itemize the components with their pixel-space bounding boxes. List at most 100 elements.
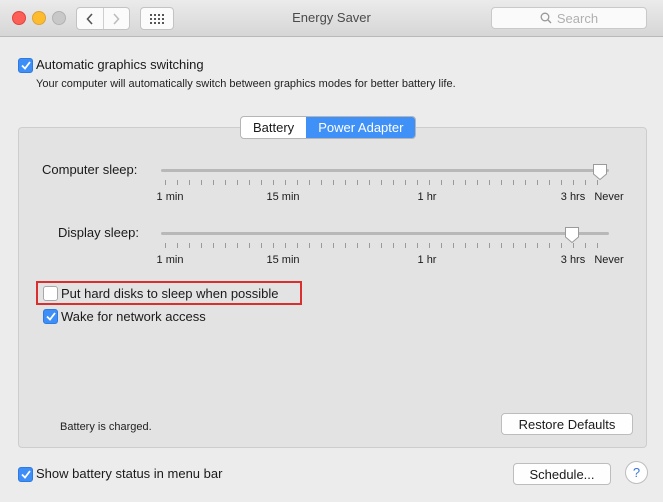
- computer-sleep-tick-mark: [345, 180, 346, 185]
- search-placeholder: Search: [556, 10, 599, 26]
- title-bar: Energy Saver Search: [0, 0, 663, 37]
- computer-sleep-tick-mark: [561, 180, 562, 185]
- computer-sleep-tick-mark: [573, 180, 574, 185]
- display-sleep-tick-mark: [273, 243, 274, 248]
- tab-power-adapter[interactable]: Power Adapter: [306, 117, 416, 138]
- display-sleep-tick-mark: [201, 243, 202, 248]
- display-sleep-tick-mark: [513, 243, 514, 248]
- display-sleep-tick-mark: [345, 243, 346, 248]
- computer-sleep-track[interactable]: [161, 169, 609, 172]
- computer-sleep-tick-mark: [549, 180, 550, 185]
- display-sleep-tick-mark: [477, 243, 478, 248]
- computer-sleep-thumb[interactable]: [592, 163, 608, 181]
- display-sleep-tick-mark: [237, 243, 238, 248]
- computer-sleep-tick-mark: [213, 180, 214, 185]
- display-sleep-tick-mark: [393, 243, 394, 248]
- graphics-switching-label[interactable]: Automatic graphics switching: [36, 57, 204, 72]
- display-sleep-tick-mark: [261, 243, 262, 248]
- display-sleep-tick-mark: [405, 243, 406, 248]
- display-sleep-tick-never: Never: [594, 254, 624, 266]
- display-sleep-thumb[interactable]: [564, 226, 580, 244]
- computer-sleep-tick-mark: [273, 180, 274, 185]
- display-sleep-tick-mark: [549, 243, 550, 248]
- display-sleep-tick-mark: [381, 243, 382, 248]
- schedule-button[interactable]: Schedule...: [513, 463, 611, 485]
- display-sleep-track[interactable]: [161, 232, 609, 235]
- computer-sleep-tick-mark: [585, 180, 586, 185]
- computer-sleep-tick-mark: [249, 180, 250, 185]
- computer-sleep-tick-mark: [357, 180, 358, 185]
- display-sleep-tick-mark: [489, 243, 490, 248]
- display-sleep-tick-mark: [465, 243, 466, 248]
- computer-sleep-tick-mark: [369, 180, 370, 185]
- display-sleep-tick-mark: [441, 243, 442, 248]
- wake-network-checkbox[interactable]: [43, 309, 58, 324]
- computer-sleep-tick-mark: [177, 180, 178, 185]
- computer-sleep-tick-mark: [237, 180, 238, 185]
- wake-network-label[interactable]: Wake for network access: [61, 309, 206, 324]
- computer-sleep-tick-mark: [489, 180, 490, 185]
- computer-sleep-tick-mark: [513, 180, 514, 185]
- computer-sleep-tick-mark: [309, 180, 310, 185]
- display-sleep-tick-mark: [537, 243, 538, 248]
- computer-sleep-tick-mark: [333, 180, 334, 185]
- display-sleep-tick-15min: 15 min: [266, 254, 300, 266]
- tab-battery[interactable]: Battery: [241, 117, 306, 138]
- display-sleep-tick-mark: [321, 243, 322, 248]
- display-sleep-tick-mark: [225, 243, 226, 248]
- display-sleep-tick-1min: 1 min: [156, 254, 184, 266]
- computer-sleep-tick-mark: [405, 180, 406, 185]
- display-sleep-label: Display sleep:: [58, 225, 139, 240]
- display-sleep-tick-mark: [453, 243, 454, 248]
- computer-sleep-tick-mark: [381, 180, 382, 185]
- help-icon: ?: [632, 465, 641, 480]
- computer-sleep-tick-never: Never: [594, 191, 624, 203]
- display-sleep-tick-mark: [525, 243, 526, 248]
- display-sleep-tick-mark: [333, 243, 334, 248]
- computer-sleep-tick-mark: [429, 180, 430, 185]
- display-sleep-tick-mark: [501, 243, 502, 248]
- computer-sleep-tick-mark: [537, 180, 538, 185]
- checkmark-icon: [45, 312, 56, 321]
- display-sleep-tick-mark: [165, 243, 166, 248]
- computer-sleep-tick-mark: [189, 180, 190, 185]
- graphics-switching-checkbox[interactable]: [18, 58, 33, 73]
- display-sleep-tick-mark: [309, 243, 310, 248]
- checkmark-icon: [20, 61, 31, 70]
- help-button[interactable]: ?: [625, 461, 648, 484]
- computer-sleep-tick-mark: [417, 180, 418, 185]
- computer-sleep-tick-mark: [201, 180, 202, 185]
- graphics-switching-description: Your computer will automatically switch …: [36, 78, 456, 90]
- computer-sleep-tick-mark: [453, 180, 454, 185]
- computer-sleep-tick-15min: 15 min: [266, 191, 300, 203]
- display-sleep-tick-mark: [297, 243, 298, 248]
- computer-sleep-tick-mark: [465, 180, 466, 185]
- hard-disks-sleep-checkbox[interactable]: [43, 286, 58, 301]
- computer-sleep-tick-mark: [225, 180, 226, 185]
- computer-sleep-tick-mark: [501, 180, 502, 185]
- show-battery-status-checkbox[interactable]: [18, 467, 33, 482]
- display-sleep-tick-mark: [369, 243, 370, 248]
- computer-sleep-tick-mark: [285, 180, 286, 185]
- computer-sleep-tick-3hrs: 3 hrs: [560, 191, 586, 203]
- computer-sleep-tick-mark: [393, 180, 394, 185]
- computer-sleep-tick-mark: [321, 180, 322, 185]
- display-sleep-tick-mark: [249, 243, 250, 248]
- power-source-tabs: Battery Power Adapter: [240, 116, 417, 139]
- display-sleep-tick-mark: [561, 243, 562, 248]
- display-sleep-tick-mark: [597, 243, 598, 248]
- display-sleep-tick-mark: [285, 243, 286, 248]
- computer-sleep-tick-1min: 1 min: [156, 191, 184, 203]
- restore-defaults-button[interactable]: Restore Defaults: [501, 413, 633, 435]
- computer-sleep-tick-1hr: 1 hr: [417, 191, 437, 203]
- computer-sleep-tick-mark: [261, 180, 262, 185]
- computer-sleep-tick-mark: [297, 180, 298, 185]
- hard-disks-sleep-label[interactable]: Put hard disks to sleep when possible: [61, 286, 279, 301]
- display-sleep-tick-mark: [177, 243, 178, 248]
- search-icon: [540, 12, 552, 24]
- display-sleep-tick-1hr: 1 hr: [417, 254, 437, 266]
- checkmark-icon: [20, 470, 31, 479]
- search-field[interactable]: Search: [491, 7, 647, 29]
- show-battery-status-label[interactable]: Show battery status in menu bar: [36, 466, 222, 481]
- computer-sleep-tick-mark: [525, 180, 526, 185]
